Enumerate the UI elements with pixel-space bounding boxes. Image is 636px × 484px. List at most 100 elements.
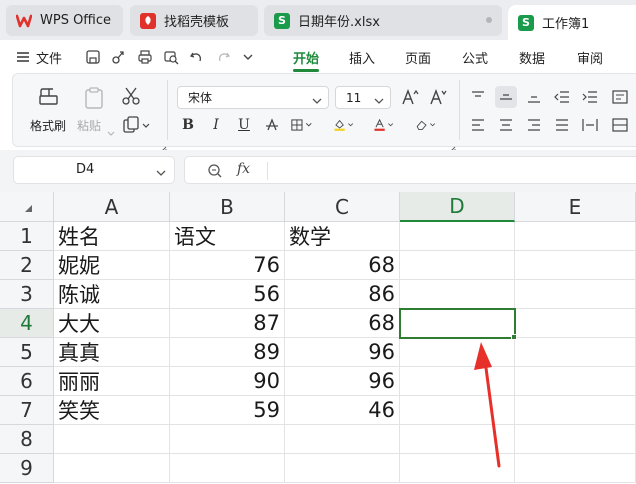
cell-e3[interactable] — [515, 280, 636, 309]
format-painter-icon[interactable] — [37, 86, 61, 112]
cell-a8[interactable] — [54, 425, 170, 454]
italic-icon[interactable]: I — [205, 114, 227, 136]
align-bottom-icon[interactable] — [523, 86, 545, 108]
cell-d7[interactable] — [400, 396, 515, 425]
share-icon[interactable] — [111, 49, 127, 65]
decrease-indent-icon[interactable] — [551, 86, 573, 108]
cell-b3[interactable]: 56 — [170, 280, 285, 309]
save-icon[interactable] — [85, 49, 101, 65]
row-header-2[interactable]: 2 — [0, 251, 54, 280]
menu-file[interactable]: 文件 — [36, 48, 62, 67]
cell-a6[interactable]: 丽丽 — [54, 367, 170, 396]
cell-a3[interactable]: 陈诚 — [54, 280, 170, 309]
borders-icon[interactable] — [291, 114, 313, 136]
cell-b4[interactable]: 87 — [170, 309, 285, 338]
hamburger-menu-icon[interactable] — [16, 49, 32, 65]
cell-e7[interactable] — [515, 396, 636, 425]
cell-b2[interactable]: 76 — [170, 251, 285, 280]
cell-c2[interactable]: 68 — [285, 251, 400, 280]
decrease-font-size-icon[interactable] — [429, 88, 447, 110]
cell-d2[interactable] — [400, 251, 515, 280]
strikethrough-icon[interactable] — [261, 114, 283, 136]
cell-c5[interactable]: 96 — [285, 338, 400, 367]
cell-b9[interactable] — [170, 454, 285, 483]
cell-e9[interactable] — [515, 454, 636, 483]
cell-b8[interactable] — [170, 425, 285, 454]
align-top-icon[interactable] — [467, 86, 489, 108]
cell-e1[interactable] — [515, 222, 636, 251]
cell-a2[interactable]: 妮妮 — [54, 251, 170, 280]
cell-c7[interactable]: 46 — [285, 396, 400, 425]
justify-icon[interactable] — [551, 114, 573, 136]
cell-d9[interactable] — [400, 454, 515, 483]
formula-input[interactable]: fx — [184, 156, 636, 184]
align-center-icon[interactable] — [495, 114, 517, 136]
font-color-icon[interactable] — [373, 114, 395, 136]
fill-handle[interactable] — [511, 334, 517, 340]
row-header-6[interactable]: 6 — [0, 367, 54, 396]
cell-b7[interactable]: 59 — [170, 396, 285, 425]
cell-a1[interactable]: 姓名 — [54, 222, 170, 251]
print-icon[interactable] — [137, 49, 153, 65]
name-box[interactable]: D4 — [13, 156, 175, 184]
row-header-8[interactable]: 8 — [0, 425, 54, 454]
spreadsheet-grid[interactable]: A B C D E 1 2 3 4 5 6 7 8 9 姓名 语文 数学 妮妮 … — [0, 192, 636, 484]
menu-tab-home[interactable]: 开始 — [293, 48, 319, 67]
cell-a5[interactable]: 真真 — [54, 338, 170, 367]
cell-e6[interactable] — [515, 367, 636, 396]
cell-e5[interactable] — [515, 338, 636, 367]
menu-tab-review[interactable]: 审阅 — [577, 48, 603, 67]
align-right-icon[interactable] — [523, 114, 545, 136]
distributed-align-icon[interactable] — [579, 114, 601, 136]
cell-c9[interactable] — [285, 454, 400, 483]
chevron-down-icon[interactable] — [107, 122, 115, 141]
cell-c1[interactable]: 数学 — [285, 222, 400, 251]
redo-icon[interactable] — [215, 49, 231, 65]
cell-a4[interactable]: 大大 — [54, 309, 170, 338]
cell-c4[interactable]: 68 — [285, 309, 400, 338]
bold-icon[interactable]: B — [177, 114, 199, 136]
cell-e4[interactable] — [515, 309, 636, 338]
cell-a7[interactable]: 笑笑 — [54, 396, 170, 425]
tab-workbook1[interactable]: S 工作簿1 — [508, 5, 636, 40]
paste-icon[interactable] — [83, 86, 105, 114]
tab-date-year-xlsx[interactable]: S 日期年份.xlsx — [264, 5, 502, 36]
format-painter-label[interactable]: 格式刷 — [30, 117, 66, 134]
column-header-d[interactable]: D — [400, 192, 515, 222]
merge-cells-icon[interactable] — [609, 114, 631, 136]
underline-icon[interactable]: U — [233, 114, 255, 136]
tab-wps-office[interactable]: WPS Office — [6, 5, 123, 36]
cell-e2[interactable] — [515, 251, 636, 280]
select-all-corner[interactable] — [0, 192, 54, 222]
menu-tab-insert[interactable]: 插入 — [349, 48, 375, 67]
menu-tab-page[interactable]: 页面 — [405, 48, 431, 67]
cut-icon[interactable] — [121, 86, 141, 110]
increase-indent-icon[interactable] — [579, 86, 601, 108]
row-header-7[interactable]: 7 — [0, 396, 54, 425]
column-header-c[interactable]: C — [285, 192, 400, 222]
cell-d6[interactable] — [400, 367, 515, 396]
column-header-a[interactable]: A — [54, 192, 170, 222]
paste-label[interactable]: 粘贴 — [77, 117, 101, 134]
font-name-select[interactable]: 宋体 — [177, 86, 329, 109]
wrap-text-icon[interactable] — [609, 86, 631, 108]
increase-font-size-icon[interactable] — [401, 88, 419, 110]
column-header-b[interactable]: B — [170, 192, 285, 222]
cell-c3[interactable]: 86 — [285, 280, 400, 309]
cell-a9[interactable] — [54, 454, 170, 483]
row-header-1[interactable]: 1 — [0, 222, 54, 251]
row-header-3[interactable]: 3 — [0, 280, 54, 309]
cell-c8[interactable] — [285, 425, 400, 454]
cell-b5[interactable]: 89 — [170, 338, 285, 367]
tab-docer-templates[interactable]: 找稻壳模板 — [130, 5, 258, 36]
align-middle-icon[interactable] — [495, 86, 517, 108]
menu-tab-data[interactable]: 数据 — [519, 48, 545, 67]
align-left-icon[interactable] — [467, 114, 489, 136]
cell-d5[interactable] — [400, 338, 515, 367]
cell-e8[interactable] — [515, 425, 636, 454]
clear-format-icon[interactable] — [415, 114, 437, 136]
chevron-down-icon[interactable] — [241, 49, 257, 65]
chevron-down-icon[interactable] — [156, 166, 166, 181]
column-header-e[interactable]: E — [515, 192, 636, 222]
row-header-9[interactable]: 9 — [0, 454, 54, 483]
